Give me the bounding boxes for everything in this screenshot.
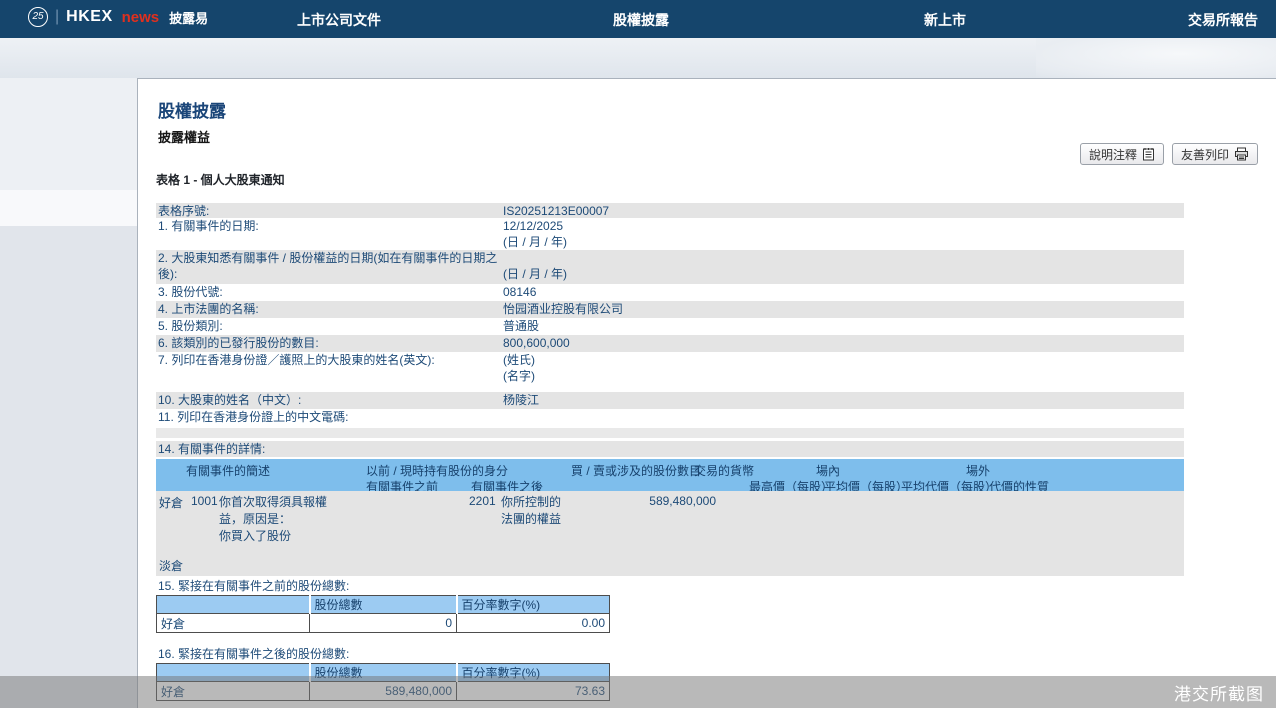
event-description: 你首次取得須具報權益，原因是： 你買入了股份 (219, 494, 337, 545)
empty-shaded-row (156, 428, 1184, 438)
page-subtitle: 披露權益 (158, 127, 210, 146)
details-table-body: 好倉 1001 你首次取得須具報權益，原因是： 你買入了股份 2201 你所控制… (156, 491, 1184, 576)
col-shares-involved: 買 / 賣或涉及的股份數目 (571, 462, 701, 479)
nav-item-new-listings[interactable]: 新上市 (924, 10, 966, 30)
short-position-label: 淡倉 (159, 557, 183, 574)
disclosure-form: 表格序號: IS20251213E00007 1. 有關事件的日期: 12/12… (156, 203, 1184, 701)
col-off-market: 場外 (966, 462, 990, 479)
row-stock-code: 3. 股份代號: 08146 (156, 284, 1184, 301)
printer-friendly-label: 友善列印 (1181, 146, 1229, 163)
row-issued-shares: 6. 該類別的已發行股份的數目: 800,600,000 (156, 335, 1184, 352)
row-chinese-name: 10. 大股東的姓名（中文）: 杨陵江 (156, 392, 1184, 409)
nav-item-disclosure-of-interests[interactable]: 股權披露 (613, 10, 669, 30)
row-form-serial: 表格序號: IS20251213E00007 (156, 203, 1184, 218)
nav-item-listed-company-documents[interactable]: 上市公司文件 (297, 10, 381, 30)
details-table-header: 有關事件的簡述 以前 / 現時持有股份的身分 買 / 賣或涉及的股份數目 交易的… (156, 459, 1184, 491)
after-capacity-code: 2201 (469, 494, 496, 508)
printer-icon (1234, 147, 1249, 161)
explanatory-notes-button[interactable]: 說明注釋 (1080, 143, 1164, 165)
col-on-market: 場內 (816, 462, 840, 479)
form-title: 表格 1 - 個人大股東通知 (156, 171, 285, 188)
hkexnews-logo[interactable]: 25 | HKEX news 披露易 (28, 7, 208, 27)
row-corporation-name: 4. 上市法團的名稱: 怡园酒业控股有限公司 (156, 301, 1184, 318)
explanatory-notes-label: 說明注釋 (1089, 146, 1137, 163)
row-event-date: 1. 有關事件的日期: 12/12/2025 (日 / 月 / 年) (156, 218, 1184, 250)
watermark-band: 港交所截图 (0, 676, 1276, 708)
watermark-text: 港交所截图 (1174, 680, 1276, 705)
col-currency: 交易的貨幣 (694, 462, 754, 479)
hkexnews-disclosure-page: 25 | HKEX news 披露易 上市公司文件 股權披露 新上市 交易所報告… (0, 0, 1276, 708)
page-left-background (0, 78, 137, 708)
col-event-description: 有關事件的簡述 (186, 462, 270, 479)
anniversary-25-icon: 25 (28, 7, 48, 27)
logo-chinese-label: 披露易 (169, 8, 208, 27)
page-title: 股權披露 (158, 97, 226, 122)
printer-friendly-button[interactable]: 友善列印 (1172, 143, 1258, 165)
total-shares-cell: 0 (310, 614, 457, 633)
shares-involved-value: 589,480,000 (556, 494, 716, 508)
col-capacity: 以前 / 現時持有股份的身分 (366, 462, 508, 479)
row-aware-date: 2. 大股東知悉有關事件 / 股份權益的日期(如在有關事件的日期之後): (日 … (156, 250, 1184, 284)
top-navbar: 25 | HKEX news 披露易 上市公司文件 股權披露 新上市 交易所報告 (0, 0, 1276, 38)
percent-cell: 0.00 (457, 614, 610, 633)
row-english-name: 7. 列印在香港身份證／護照上的大股東的姓名(英文): (姓氏) (名字) (156, 352, 1184, 392)
details-section-label: 14. 有關事件的詳情: (156, 441, 1184, 457)
before-event-total-label: 15. 緊接在有關事件之前的股份總數: (156, 578, 1184, 595)
banner-texture (1036, 38, 1276, 78)
content-panel: 股權披露 披露權益 說明注釋 友善列印 表格 1 - 個人大股東通知 表格序號:… (137, 78, 1276, 708)
col-total-shares: 股份總數 (310, 596, 457, 614)
position-cell: 好倉 (157, 614, 310, 633)
long-position-label: 好倉 (159, 494, 183, 511)
notes-icon (1142, 147, 1155, 161)
banner-strip (0, 38, 1276, 78)
logo-divider: | (55, 8, 59, 26)
hkex-wordmark: HKEX (66, 8, 112, 26)
event-code: 1001 (191, 494, 218, 508)
before-event-total-table: 股份總數 百分率數字(%) 好倉 0 0.00 (156, 595, 610, 633)
col-percent: 百分率數字(%) (457, 596, 610, 614)
news-wordmark: news (122, 9, 160, 26)
row-share-class: 5. 股份類別: 普通股 (156, 318, 1184, 335)
after-event-total-label: 16. 緊接在有關事件之後的股份總數: (156, 646, 1184, 663)
nav-item-exchange-reports[interactable]: 交易所報告 (1188, 10, 1258, 30)
toolbar: 說明注釋 友善列印 (1080, 143, 1258, 165)
table-row: 好倉 0 0.00 (157, 614, 610, 633)
row-chinese-commercial-code: 11. 列印在香港身份證上的中文電碼: (156, 409, 1184, 426)
